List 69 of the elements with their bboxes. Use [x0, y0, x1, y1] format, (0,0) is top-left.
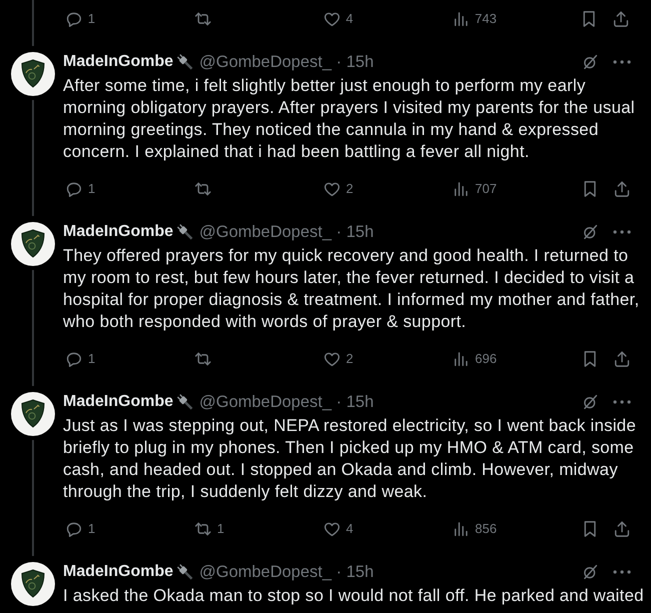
repost-button[interactable]	[194, 350, 212, 368]
views-button[interactable]: 743	[452, 10, 497, 28]
share-icon	[613, 520, 631, 538]
tweet-text: They offered prayers for my quick recovery and good health. I returned to my room to rest, but few hours later, the fever returned. I decided to visit a hospital for proper diagnosis & treatment. I informed my mother and father, who both responded with words of prayer & support.	[63, 245, 640, 333]
like-button[interactable]: 2	[323, 350, 354, 368]
reply-button[interactable]: 1	[65, 180, 96, 198]
heart-icon	[322, 10, 341, 28]
like-button[interactable]: 2	[323, 180, 354, 198]
repost-arrows-icon	[194, 350, 212, 368]
plug-icon	[175, 222, 196, 242]
author-name[interactable]: MadeInGombe	[63, 562, 174, 582]
slashed-circle-icon[interactable]	[581, 393, 599, 411]
repost-arrows-icon	[194, 180, 212, 198]
share-icon	[613, 350, 631, 368]
share-button[interactable]	[612, 10, 630, 28]
views-button[interactable]: 696	[452, 350, 497, 368]
more-icon[interactable]	[613, 400, 631, 404]
handle-and-time[interactable]: @GombeDopest_ · 15h	[199, 222, 374, 242]
speech-bubble-icon	[65, 180, 83, 198]
slashed-circle-icon[interactable]	[581, 223, 599, 241]
share-icon	[613, 180, 631, 198]
share-button[interactable]	[613, 520, 631, 538]
views-button[interactable]: 707	[452, 180, 497, 198]
repost-arrows-icon	[194, 10, 212, 28]
plug-icon	[175, 562, 196, 582]
repost-button[interactable]: 1	[194, 520, 224, 538]
shield-avatar-icon[interactable]	[11, 392, 55, 436]
speech-bubble-icon	[65, 350, 83, 368]
reply-button[interactable]: 1	[65, 350, 96, 368]
repost-arrows-icon	[194, 520, 212, 538]
tweet-text: Just as I was stepping out, NEPA restored electricity, so I went back inside briefly to plug in my phones. Then I picked up my HMO & ATM card, some cash, and headed out. I stopped an Okada and climb. However, midway through the trip, I suddenly felt dizzy and weak.	[63, 415, 637, 503]
bar-chart-icon	[452, 10, 470, 28]
speech-bubble-icon	[64, 10, 83, 28]
thread-line	[32, 0, 34, 46]
share-button[interactable]	[613, 180, 631, 198]
slashed-circle-icon[interactable]	[581, 53, 599, 71]
author-name[interactable]: MadeInGombe	[63, 222, 174, 242]
bar-chart-icon	[452, 520, 470, 538]
views-button[interactable]: 856	[452, 520, 497, 538]
heart-icon	[323, 180, 341, 198]
shield-avatar-icon[interactable]	[11, 562, 55, 606]
bar-chart-icon	[452, 180, 470, 198]
tweet-text: I asked the Okada man to stop so I would not fall off. He parked and waited	[63, 585, 645, 607]
plug-icon	[175, 392, 196, 412]
share-icon	[612, 10, 630, 28]
speech-bubble-icon	[65, 520, 83, 538]
slashed-circle-icon[interactable]	[581, 563, 599, 581]
heart-icon	[323, 350, 341, 368]
shield-avatar-icon[interactable]	[11, 222, 55, 266]
more-icon[interactable]	[613, 60, 631, 64]
share-button[interactable]	[613, 350, 631, 368]
handle-and-time[interactable]: @GombeDopest_ · 15h	[199, 392, 374, 412]
repost-button[interactable]	[194, 180, 212, 198]
handle-and-time[interactable]: @GombeDopest_ · 15h	[199, 562, 374, 582]
plug-icon	[175, 52, 196, 72]
more-icon[interactable]	[613, 230, 631, 234]
author-name[interactable]: MadeInGombe	[63, 52, 174, 72]
like-button[interactable]: 4	[322, 10, 354, 28]
reply-button[interactable]: 1	[65, 520, 96, 538]
heart-icon	[323, 520, 341, 538]
more-icon[interactable]	[613, 570, 631, 574]
handle-and-time[interactable]: @GombeDopest_ · 15h	[199, 52, 374, 72]
bar-chart-icon	[452, 350, 470, 368]
tweet-text: After some time, i felt slightly better just enough to perform my early morning obligatory prayers. After prayers I visited my parents for the usual morning greetings. They noticed the cannula in my hand & expressed concern. I explained that i had been battling a fever all night.	[63, 75, 636, 163]
repost-button[interactable]	[194, 10, 212, 28]
like-button[interactable]: 4	[323, 520, 354, 538]
reply-button[interactable]: 1	[64, 10, 96, 28]
shield-avatar-icon[interactable]	[11, 52, 55, 96]
author-name[interactable]: MadeInGombe	[63, 392, 174, 412]
